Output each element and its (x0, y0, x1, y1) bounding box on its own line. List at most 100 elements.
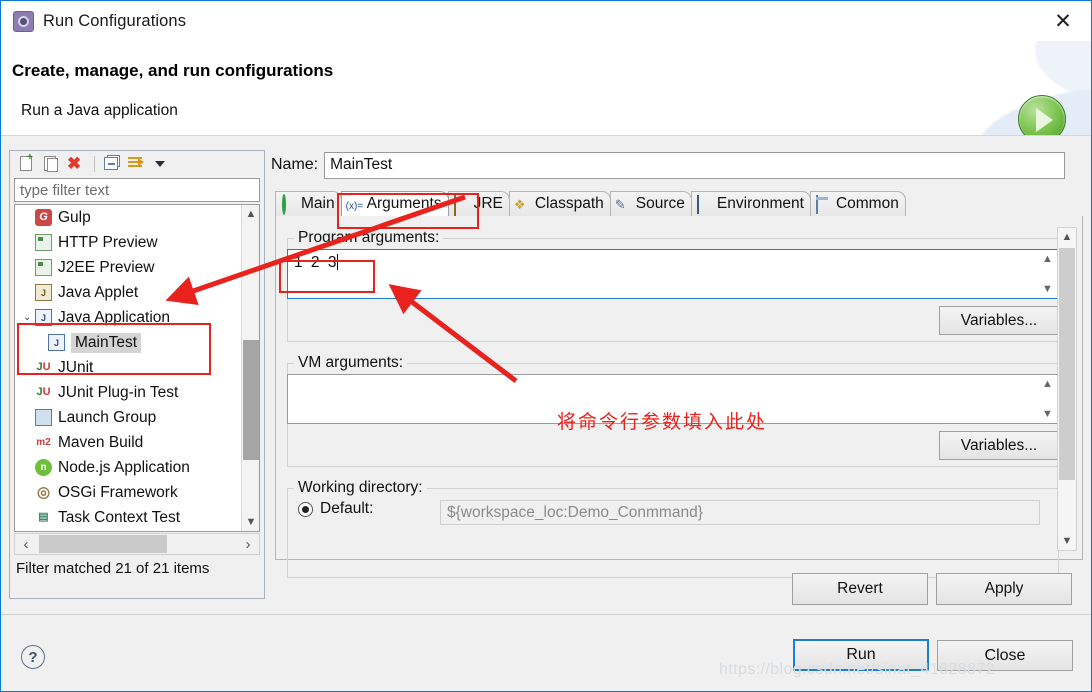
annotation-chinese-note: 将命令行参数填入此处 (557, 411, 768, 433)
tab-bar: Main (x)= Arguments JRE ❖ Classpath ✎ So… (275, 191, 1083, 217)
green-run-play-icon (1018, 95, 1066, 135)
help-question-icon[interactable]: ? (21, 645, 45, 669)
tree-items: G Gulp HTTP Preview J2EE Preview J Java … (15, 205, 241, 530)
tree-item-label: Task Context Test (58, 508, 181, 526)
tab-environment[interactable]: Environment (690, 191, 811, 216)
tree-item-j2ee-preview[interactable]: J2EE Preview (15, 255, 241, 280)
common-tab-icon (815, 195, 833, 214)
name-row: Name: MainTest (271, 150, 1083, 180)
main-tab-icon (280, 194, 298, 215)
tree-item-launch-group[interactable]: Launch Group (15, 405, 241, 430)
tree-twisty[interactable]: ⌄ (23, 312, 35, 323)
scroll-up-icon[interactable]: ▲ (1042, 378, 1055, 390)
tab-label: Environment (716, 195, 804, 212)
scroll-right-icon[interactable]: › (237, 534, 259, 554)
scroll-down-icon[interactable]: ▼ (242, 513, 259, 531)
tree-item-java-applet[interactable]: J Java Applet (15, 280, 241, 305)
working-directory-default-row[interactable]: Default: ${workspace_loc:Demo_Conmmand} (298, 500, 1040, 525)
maven-icon: m2 (36, 437, 51, 448)
scrollbar-thumb[interactable] (243, 340, 259, 460)
configurations-panel: + ✖ type filter text G Gulp HTTP Preview… (9, 150, 265, 599)
hscrollbar-thumb[interactable] (39, 535, 167, 553)
tree-item-label: Java Application (58, 308, 171, 326)
tree-item-java-application[interactable]: ⌄ J Java Application (15, 305, 241, 330)
program-arguments-input[interactable]: 1 2 3 ▲ ▼ (287, 249, 1059, 299)
junit-plugin-icon: JU (36, 386, 51, 398)
dialog-header: Create, manage, and run configurations R… (1, 41, 1091, 135)
tab-source[interactable]: ✎ Source (609, 191, 692, 216)
filter-status-text: Filter matched 21 of 21 items (16, 560, 210, 577)
scroll-up-icon[interactable]: ▲ (242, 205, 259, 223)
scrollbar-thumb[interactable] (1059, 248, 1075, 480)
filter-icon[interactable] (125, 154, 147, 174)
tree-item-gulp[interactable]: G Gulp (15, 205, 241, 230)
vm-args-scrollbar[interactable]: ▲ ▼ (1040, 376, 1057, 422)
tab-jre[interactable]: JRE (447, 191, 510, 216)
tree-item-maven-build[interactable]: m2 Maven Build (15, 430, 241, 455)
osgi-icon: ◎ (36, 484, 51, 501)
name-input[interactable]: MainTest (324, 151, 1066, 179)
vm-arguments-variables-button[interactable]: Variables... (939, 431, 1059, 460)
duplicate-document-icon[interactable] (40, 154, 62, 174)
tab-arguments[interactable]: (x)= Arguments (340, 191, 449, 216)
configurations-tree[interactable]: G Gulp HTTP Preview J2EE Preview J Java … (14, 204, 260, 532)
dialog-body: + ✖ type filter text G Gulp HTTP Preview… (1, 136, 1091, 608)
chevron-down-icon[interactable] (149, 154, 171, 174)
tree-item-task-context-test[interactable]: ▤ Task Context Test (15, 505, 241, 530)
watermark: https://blog.csdn.net/sinat_41628872 (719, 661, 995, 678)
source-tab-icon: ✎ (614, 197, 626, 212)
revert-button[interactable]: Revert (792, 573, 928, 605)
gulp-icon: G (35, 209, 52, 226)
close-icon[interactable]: ✕ (1035, 1, 1091, 41)
run-config-icon (13, 10, 34, 32)
java-application-icon: J (35, 309, 52, 326)
scroll-down-icon[interactable]: ▼ (1042, 283, 1055, 295)
default-radio-button[interactable] (298, 501, 313, 517)
tree-item-label: Maven Build (58, 433, 144, 451)
tree-item-osgi-framework[interactable]: ◎ OSGi Framework (15, 480, 241, 505)
text-caret (337, 254, 339, 270)
tab-content-scrollbar[interactable]: ▲ ▼ (1057, 227, 1077, 551)
tab-label: Classpath (534, 195, 604, 212)
server-icon (35, 259, 52, 276)
scroll-up-icon[interactable]: ▲ (1058, 228, 1076, 246)
task-context-icon: ▤ (38, 511, 49, 523)
new-document-icon[interactable]: + (16, 152, 38, 174)
page-subtitle: Run a Java application (21, 102, 178, 119)
arguments-tab-panel: Program arguments: 1 2 3 ▲ ▼ Variables..… (275, 216, 1083, 578)
collapse-all-icon[interactable] (101, 154, 123, 174)
tree-item-label: JUnit Plug-in Test (58, 383, 179, 401)
filter-input[interactable]: type filter text (14, 178, 260, 202)
scroll-down-icon[interactable]: ▼ (1058, 532, 1076, 550)
program-arguments-label: Program arguments: (294, 229, 444, 247)
tree-item-nodejs-application[interactable]: n Node.js Application (15, 455, 241, 480)
tree-item-junit[interactable]: JU JUnit (15, 355, 241, 380)
scroll-left-icon[interactable]: ‹ (15, 534, 37, 554)
tree-horizontal-scrollbar[interactable]: ‹ › (14, 533, 260, 555)
nodejs-icon: n (35, 459, 52, 476)
scroll-up-icon[interactable]: ▲ (1042, 253, 1055, 265)
tree-item-maintest[interactable]: J MainTest (15, 330, 241, 355)
program-args-scrollbar[interactable]: ▲ ▼ (1040, 251, 1057, 297)
junit-icon: JU (36, 361, 51, 373)
tree-item-label: Java Applet (58, 283, 139, 301)
jre-tab-icon (453, 195, 471, 214)
tree-item-http-preview[interactable]: HTTP Preview (15, 230, 241, 255)
tab-main[interactable]: Main (275, 191, 342, 216)
tab-label: Arguments (366, 195, 442, 212)
tree-item-junit-plugin-test[interactable]: JU JUnit Plug-in Test (15, 380, 241, 405)
scroll-down-icon[interactable]: ▼ (1042, 408, 1055, 420)
arguments-tab-icon: (x)= (345, 201, 364, 212)
tab-common[interactable]: Common (809, 191, 906, 216)
page-title: Create, manage, and run configurations (12, 61, 334, 80)
tree-item-label: HTTP Preview (58, 233, 158, 251)
classpath-tab-icon: ❖ (513, 197, 526, 212)
tab-classpath[interactable]: ❖ Classpath (508, 191, 611, 216)
apply-button[interactable]: Apply (936, 573, 1072, 605)
tree-vertical-scrollbar[interactable]: ▲ ▼ (241, 205, 259, 531)
red-x-delete-icon[interactable]: ✖ (64, 154, 86, 174)
tree-item-label: Node.js Application (58, 458, 190, 476)
server-icon (35, 234, 52, 251)
program-arguments-variables-button[interactable]: Variables... (939, 306, 1059, 335)
default-radio-label: Default: (320, 500, 374, 517)
